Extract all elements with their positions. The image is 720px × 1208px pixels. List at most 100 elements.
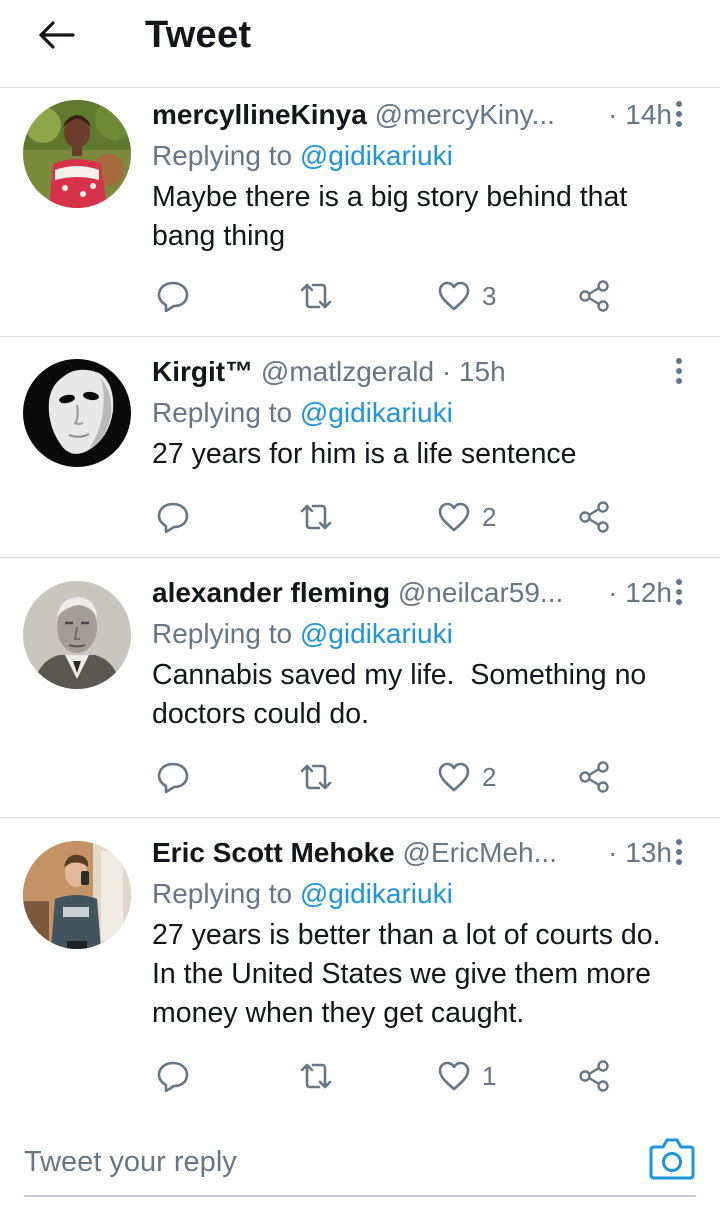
tweet-header: Eric Scott Mehoke @EricMeh... · 13h bbox=[152, 832, 680, 874]
like-icon bbox=[438, 1061, 470, 1091]
tweet-actions: 1 bbox=[152, 1056, 622, 1096]
display-name[interactable]: alexander fleming bbox=[152, 577, 390, 608]
retweet-icon bbox=[300, 1063, 332, 1089]
replying-to: Replying to @gidikariuki bbox=[152, 393, 680, 433]
arrow-left-icon bbox=[39, 21, 75, 49]
share-button[interactable] bbox=[578, 757, 610, 797]
top-app-bar: Tweet bbox=[0, 0, 720, 88]
tweet-text: 27 years is better than a lot of courts … bbox=[152, 919, 661, 1029]
tweet-actions: 2 bbox=[152, 497, 622, 537]
tweet-text: Maybe there is a big story behind that b… bbox=[152, 181, 628, 252]
more-options-button[interactable] bbox=[664, 96, 694, 132]
replying-prefix: Replying to bbox=[152, 878, 300, 909]
tweet-text: Cannabis saved my life. Something no doc… bbox=[152, 659, 655, 730]
avatar[interactable] bbox=[23, 359, 131, 467]
reply-button[interactable] bbox=[156, 276, 190, 316]
timestamp: · 14h bbox=[608, 94, 672, 136]
tweet-card[interactable]: alexander fleming @neilcar59... · 12h Re… bbox=[0, 558, 720, 818]
like-icon bbox=[438, 281, 470, 311]
tweet-card[interactable]: Kirgit™ @matlzgerald · 15h Replying to @… bbox=[0, 337, 720, 558]
user-handle: @EricMeh... bbox=[402, 837, 557, 868]
separator-dot: · bbox=[441, 356, 452, 387]
like-button[interactable]: 3 bbox=[438, 276, 496, 316]
user-handle: @mercyKiny... bbox=[374, 99, 555, 130]
tweet-actions: 3 bbox=[152, 276, 622, 316]
reply-list: mercyllineKinya @mercyKiny... · 14h Repl… bbox=[0, 88, 720, 1108]
more-vertical-icon bbox=[676, 358, 682, 384]
camera-button[interactable] bbox=[648, 1135, 696, 1181]
replying-to-user-link[interactable]: @gidikariuki bbox=[300, 397, 453, 428]
reply-button[interactable] bbox=[156, 497, 190, 537]
retweet-icon bbox=[300, 764, 332, 790]
display-name[interactable]: Eric Scott Mehoke bbox=[152, 837, 395, 868]
like-count: 2 bbox=[482, 501, 497, 532]
retweet-button[interactable] bbox=[298, 276, 334, 316]
tweet-card[interactable]: mercyllineKinya @mercyKiny... · 14h Repl… bbox=[0, 88, 720, 337]
share-button[interactable] bbox=[578, 276, 610, 316]
like-button[interactable]: 1 bbox=[438, 1056, 496, 1096]
replying-to: Replying to @gidikariuki bbox=[152, 614, 680, 654]
like-icon bbox=[438, 502, 470, 532]
reply-icon bbox=[157, 1061, 189, 1092]
separator-dot: · bbox=[608, 577, 618, 608]
separator-dot: · bbox=[608, 99, 618, 130]
more-options-button[interactable] bbox=[664, 574, 694, 610]
like-button[interactable]: 2 bbox=[438, 757, 496, 797]
tweet-card[interactable]: Eric Scott Mehoke @EricMeh... · 13h Repl… bbox=[0, 818, 720, 1108]
back-button[interactable] bbox=[30, 14, 82, 56]
tweet-text: 27 years for him is a life sentence bbox=[152, 438, 577, 470]
retweet-button[interactable] bbox=[298, 757, 334, 797]
more-vertical-icon bbox=[676, 839, 682, 865]
avatar[interactable] bbox=[23, 100, 131, 208]
avatar[interactable] bbox=[23, 841, 131, 949]
like-icon bbox=[438, 762, 470, 792]
share-button[interactable] bbox=[578, 497, 610, 537]
reply-icon bbox=[157, 502, 189, 533]
timestamp: · 12h bbox=[608, 572, 672, 614]
retweet-icon bbox=[300, 283, 332, 309]
retweet-button[interactable] bbox=[298, 1056, 334, 1096]
share-button[interactable] bbox=[578, 1056, 610, 1096]
replying-to: Replying to @gidikariuki bbox=[152, 874, 680, 914]
like-count: 2 bbox=[482, 761, 497, 792]
reply-button[interactable] bbox=[156, 757, 190, 797]
more-options-button[interactable] bbox=[664, 353, 694, 389]
like-button[interactable]: 2 bbox=[438, 497, 496, 537]
tweet-header: mercyllineKinya @mercyKiny... · 14h bbox=[152, 94, 680, 136]
reply-input[interactable] bbox=[24, 1139, 624, 1185]
more-options-button[interactable] bbox=[664, 834, 694, 870]
tweet-actions: 2 bbox=[152, 757, 622, 797]
timestamp: · 13h bbox=[608, 832, 672, 874]
display-name[interactable]: mercyllineKinya bbox=[152, 99, 367, 130]
replying-to-user-link[interactable]: @gidikariuki bbox=[300, 140, 453, 171]
timestamp: 15h bbox=[458, 356, 506, 387]
more-vertical-icon bbox=[676, 579, 682, 605]
share-icon bbox=[579, 761, 609, 793]
display-name[interactable]: Kirgit™ bbox=[152, 356, 253, 387]
retweet-button[interactable] bbox=[298, 497, 334, 537]
share-icon bbox=[579, 1060, 609, 1092]
replying-to-user-link[interactable]: @gidikariuki bbox=[300, 878, 453, 909]
like-count: 3 bbox=[482, 280, 497, 311]
reply-icon bbox=[157, 281, 189, 312]
user-handle: @neilcar59... bbox=[397, 577, 564, 608]
reply-composer bbox=[0, 1107, 720, 1208]
avatar[interactable] bbox=[23, 581, 131, 689]
reply-button[interactable] bbox=[156, 1056, 190, 1096]
camera-icon bbox=[649, 1138, 695, 1180]
composer-underline bbox=[24, 1195, 696, 1197]
more-vertical-icon bbox=[676, 101, 682, 127]
page-title: Tweet bbox=[145, 14, 252, 56]
like-count: 1 bbox=[482, 1060, 497, 1091]
share-icon bbox=[579, 501, 609, 533]
replying-prefix: Replying to bbox=[152, 397, 300, 428]
user-handle: @matlzgerald bbox=[260, 356, 435, 387]
replying-to-user-link[interactable]: @gidikariuki bbox=[300, 618, 453, 649]
replying-prefix: Replying to bbox=[152, 618, 300, 649]
tweet-header: Kirgit™ @matlzgerald · 15h bbox=[152, 351, 680, 393]
replying-prefix: Replying to bbox=[152, 140, 300, 171]
retweet-icon bbox=[300, 504, 332, 530]
replying-to: Replying to @gidikariuki bbox=[152, 136, 680, 176]
reply-icon bbox=[157, 762, 189, 793]
separator-dot: · bbox=[608, 837, 618, 868]
